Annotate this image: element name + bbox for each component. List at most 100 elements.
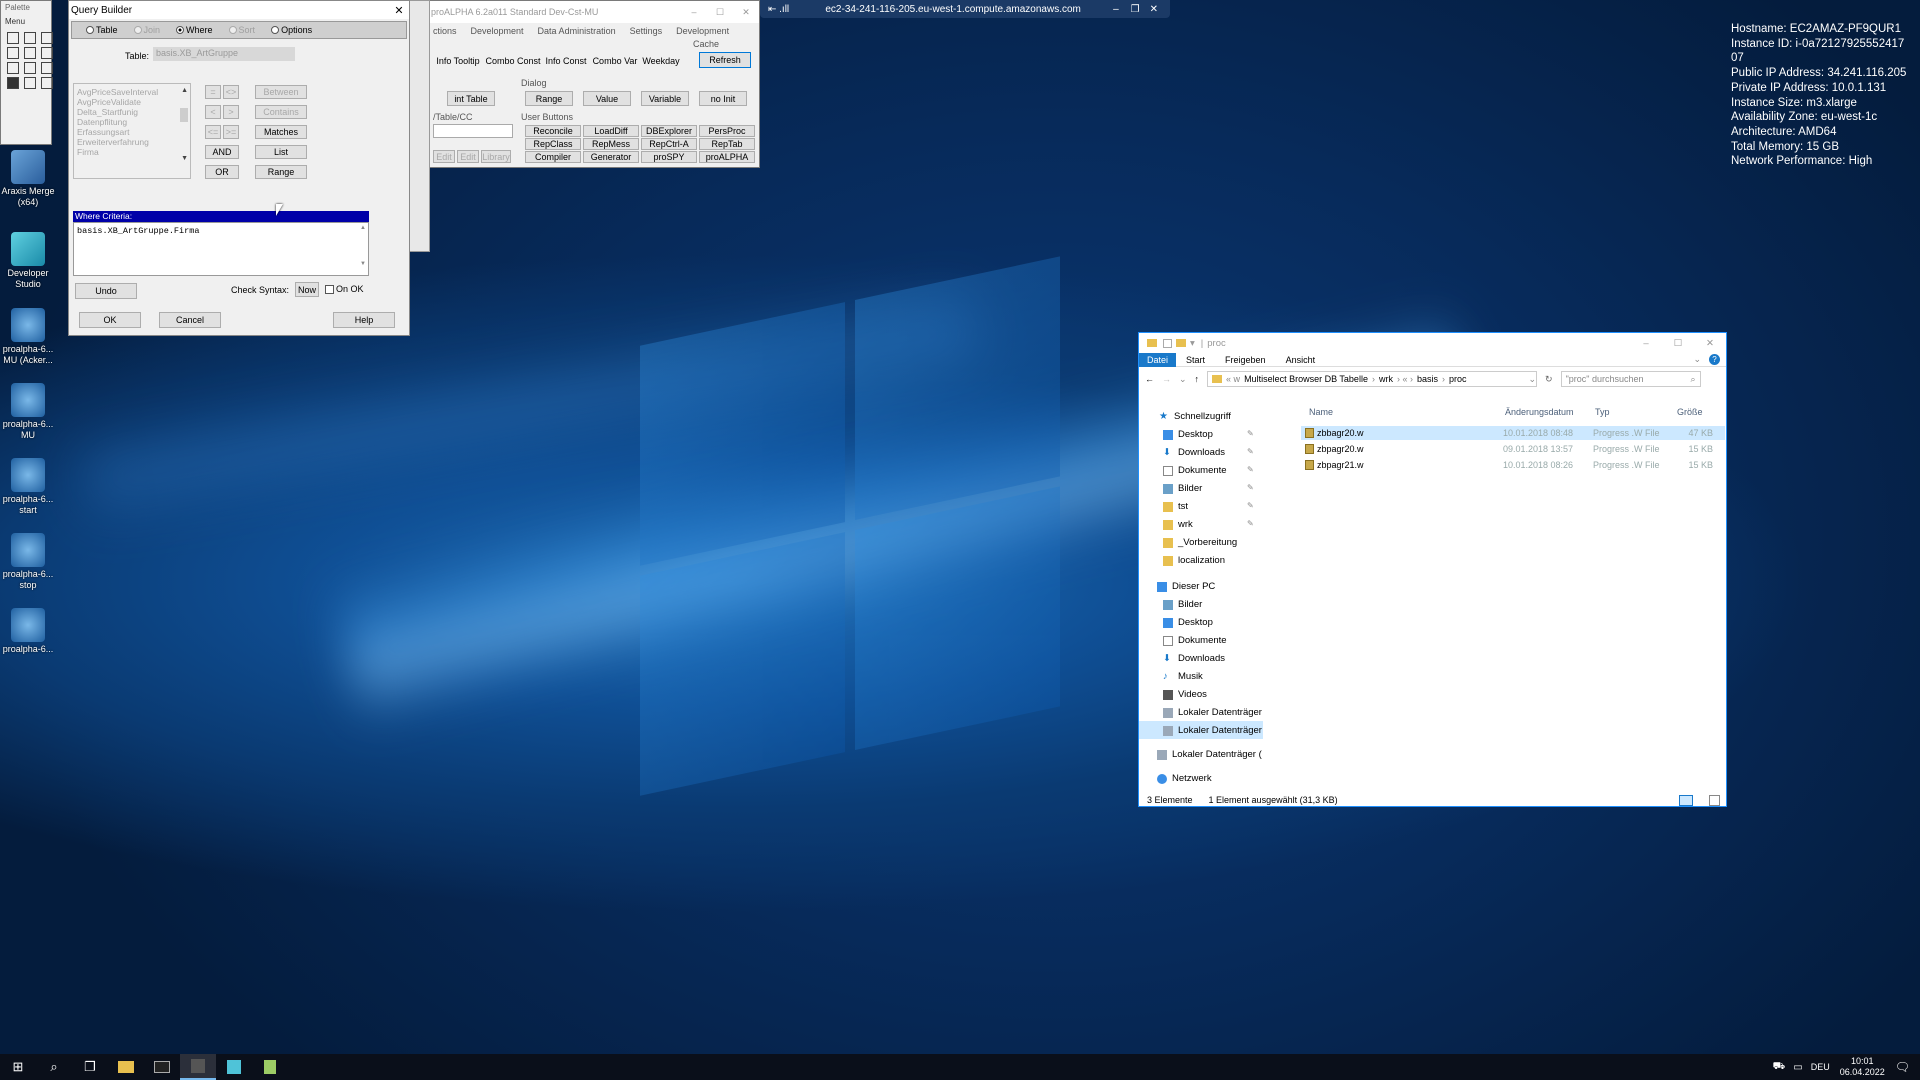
operator-button[interactable]: >=: [223, 125, 239, 139]
minimize-icon[interactable]: –: [1630, 338, 1662, 349]
tool-icon[interactable]: [7, 77, 19, 89]
nav-item-musik[interactable]: ♪ Musik: [1163, 671, 1203, 682]
scroll-thumb[interactable]: [180, 108, 188, 122]
nav-item-schnellzugriff[interactable]: ★ Schnellzugriff: [1159, 411, 1231, 422]
save-icon[interactable]: [1163, 338, 1172, 348]
list-button[interactable]: List: [255, 145, 307, 159]
operator-button[interactable]: =: [205, 85, 221, 99]
operator-button[interactable]: <>: [223, 85, 239, 99]
operator-button[interactable]: >: [223, 105, 239, 119]
desktop-icon-proalpha[interactable]: proalpha-6...: [0, 608, 56, 655]
taskbar-terminal[interactable]: [144, 1054, 180, 1080]
int-table-button[interactable]: int Table: [447, 91, 495, 106]
reptab-button[interactable]: RepTab: [699, 138, 755, 150]
scroll-up-icon[interactable]: ▲: [181, 86, 188, 96]
search-input[interactable]: "proc" durchsuchen ⌕: [1560, 371, 1701, 387]
palette-menu[interactable]: Menu: [1, 15, 51, 29]
on-ok-checkbox[interactable]: On OK: [325, 284, 364, 294]
desktop-icon-devstudio[interactable]: Developer Studio: [0, 232, 56, 290]
repctrl-a-button[interactable]: RepCtrl-A: [641, 138, 697, 150]
combo-var-button[interactable]: Combo Var: [591, 53, 639, 68]
range-button[interactable]: Range: [525, 91, 573, 106]
list-item[interactable]: Datenpflitung: [77, 117, 174, 127]
dbexplorer-button[interactable]: DBExplorer: [641, 125, 697, 137]
nav-item-vorbereitung[interactable]: _Vorbereitung: [1163, 537, 1237, 548]
table-row[interactable]: zbbagr20.w 10.01.2018 08:48 Progress .W …: [1301, 426, 1725, 440]
breadcrumb-item[interactable]: wrk: [1379, 374, 1393, 384]
tab-start[interactable]: Start: [1176, 355, 1215, 365]
nav-item-drive-2[interactable]: Lokaler Datenträger: [1163, 725, 1262, 736]
nav-item-dieser-pc[interactable]: Dieser PC: [1157, 581, 1215, 592]
maximize-icon[interactable]: ☐: [707, 7, 733, 18]
nav-item-pc-desktop[interactable]: Desktop: [1163, 617, 1213, 628]
pin-icon[interactable]: ⇤ .ıll: [768, 4, 789, 15]
folder-icon[interactable]: [1176, 339, 1186, 347]
ok-button[interactable]: OK: [79, 312, 141, 328]
variable-button[interactable]: Variable: [641, 91, 689, 106]
scroll-down-icon[interactable]: ▼: [181, 154, 188, 164]
taskbar-proalpha[interactable]: [180, 1054, 216, 1080]
back-icon[interactable]: ←: [1145, 374, 1154, 384]
check-now-button[interactable]: Now: [295, 282, 319, 297]
close-icon[interactable]: ✕: [1150, 4, 1158, 15]
repmess-button[interactable]: RepMess: [583, 138, 639, 150]
nav-item-wrk[interactable]: wrk: [1163, 519, 1193, 530]
maximize-icon[interactable]: ☐: [1662, 338, 1694, 349]
desktop-icon-proalpha-start[interactable]: proalpha-6... start: [0, 458, 56, 516]
close-icon[interactable]: ✕: [1694, 338, 1726, 349]
notification-icon[interactable]: 🗨: [1895, 1060, 1910, 1074]
details-view-icon[interactable]: [1679, 794, 1693, 806]
nav-item-desktop[interactable]: Desktop: [1163, 429, 1213, 440]
value-button[interactable]: Value: [583, 91, 631, 106]
list-item[interactable]: Erweiterverfahrung: [77, 137, 174, 147]
breadcrumb-item[interactable]: Multiselect Browser DB Tabelle: [1244, 374, 1368, 384]
tool-icon[interactable]: [41, 77, 53, 89]
library-button[interactable]: Library: [481, 150, 511, 163]
nav-item-pc-dokumente[interactable]: Dokumente: [1163, 635, 1227, 646]
up-icon[interactable]: ↑: [1195, 374, 1200, 384]
taskbar-explorer[interactable]: [108, 1054, 144, 1080]
refresh-icon[interactable]: ↻: [1545, 374, 1553, 385]
repclass-button[interactable]: RepClass: [525, 138, 581, 150]
reconcile-button[interactable]: Reconcile: [525, 125, 581, 137]
desktop-icon-proalpha-stop[interactable]: proalpha-6... stop: [0, 533, 56, 591]
tool-icon[interactable]: [41, 47, 53, 59]
combo-const-button[interactable]: Combo Const: [485, 53, 541, 68]
address-dropdown-icon[interactable]: ⌄: [1529, 374, 1537, 385]
recent-dropdown-icon[interactable]: ⌄: [1179, 374, 1187, 385]
desktop-icon-araxis[interactable]: Araxis Merge (x64): [0, 150, 56, 208]
matches-button[interactable]: Matches: [255, 125, 307, 139]
breadcrumb-item[interactable]: basis: [1417, 374, 1438, 384]
nav-item-videos[interactable]: Videos: [1163, 689, 1207, 700]
tool-icon[interactable]: [24, 77, 36, 89]
tool-icon[interactable]: [41, 32, 53, 44]
compiler-button[interactable]: Compiler: [525, 151, 581, 163]
table-row[interactable]: zbpagr21.w 10.01.2018 08:26 Progress .W …: [1301, 458, 1725, 472]
display-tray-icon[interactable]: ▭: [1793, 1062, 1802, 1073]
operator-button[interactable]: <: [205, 105, 221, 119]
list-item[interactable]: Erfassungsart: [77, 127, 174, 137]
desktop-icon-proalpha-acker[interactable]: proalpha-6... MU (Acker...: [0, 308, 56, 366]
proalpha-button[interactable]: proALPHA: [699, 151, 755, 163]
tab-freigeben[interactable]: Freigeben: [1215, 355, 1276, 365]
address-bar[interactable]: « w Multiselect Browser DB Tabelle › wrk ›…: [1207, 371, 1538, 387]
nav-item-drive-1[interactable]: Lokaler Datenträger: [1163, 707, 1262, 718]
scroll-up-icon[interactable]: ▲: [360, 225, 366, 231]
column-header-name[interactable]: Name: [1309, 407, 1333, 417]
list-item[interactable]: Firma: [77, 147, 174, 157]
tool-icon[interactable]: [7, 62, 19, 74]
taskbar-devstudio[interactable]: [216, 1054, 252, 1080]
tool-icon[interactable]: [24, 32, 36, 44]
nav-item-localization[interactable]: localization: [1163, 555, 1225, 566]
minimize-icon[interactable]: –: [1113, 4, 1119, 15]
info-const-button[interactable]: Info Const: [543, 53, 589, 68]
pointer-tool-icon[interactable]: [7, 32, 19, 44]
tab-datei[interactable]: Datei: [1139, 352, 1177, 367]
start-button[interactable]: ⊞: [0, 1054, 36, 1080]
tool-icon[interactable]: [24, 62, 36, 74]
refresh-button[interactable]: Refresh: [699, 52, 751, 68]
loaddiff-button[interactable]: LoadDiff: [583, 125, 639, 137]
mode-options-radio[interactable]: Options: [271, 25, 312, 35]
table-cc-combo[interactable]: [433, 124, 513, 138]
operator-button[interactable]: <=: [205, 125, 221, 139]
